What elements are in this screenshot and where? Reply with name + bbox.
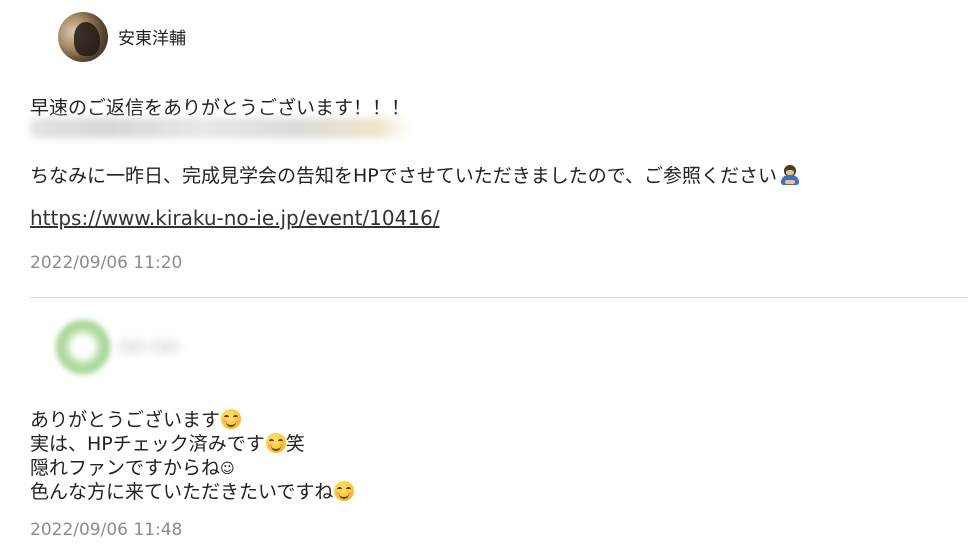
message-text: 色んな方に来ていただきたいですね	[30, 481, 334, 503]
smiling-face-emoji-icon	[221, 409, 242, 429]
timestamp: 2022/09/06 11:20	[30, 253, 183, 273]
avatar[interactable]	[56, 320, 110, 374]
event-link[interactable]: https://www.kiraku-no-ie.jp/event/10416/	[30, 206, 440, 230]
message-text-line: 隠れファンですからね☺	[30, 456, 235, 481]
redacted-text	[30, 118, 410, 138]
message-text: ちなみに一昨日、完成見学会の告知をHPでさせていただきましたので、ご参照ください	[30, 165, 777, 187]
message-text: 実は、HPチェック済みです	[30, 433, 265, 455]
message-text-suffix: 笑	[285, 433, 305, 455]
author-name[interactable]: 安東洋輔	[118, 24, 186, 49]
message-text: ありがとうございます	[30, 409, 221, 431]
avatar[interactable]	[58, 12, 108, 62]
message-text: 隠れファンですからね	[30, 457, 221, 479]
timestamp: 2022/09/06 11:48	[30, 520, 183, 540]
smile-glyph-icon: ☺	[220, 461, 235, 477]
author-name-redacted: ○○ ○○	[118, 336, 179, 355]
avatar-photo	[74, 22, 100, 56]
message-item: 安東洋輔 早速のご返信をありがとうございます！！！ ちなみに一昨日、完成見学会の…	[0, 0, 968, 297]
message-item: ○○ ○○ ありがとうございます 実は、HPチェック済みです笑 隠れファンですか…	[0, 298, 968, 557]
smiling-face-emoji-icon	[334, 481, 355, 501]
message-text-line: 色んな方に来ていただきたいですね	[30, 480, 355, 504]
message-text-line: ちなみに一昨日、完成見学会の告知をHPでさせていただきましたので、ご参照ください	[30, 164, 801, 188]
message-text-line: 早速のご返信をありがとうございます！！！	[30, 97, 411, 119]
message-text-line: ありがとうございます	[30, 408, 242, 432]
message-text-line: 実は、HPチェック済みです笑	[30, 432, 305, 456]
smiling-face-emoji-icon	[265, 433, 286, 453]
person-bowing-icon	[779, 164, 801, 186]
